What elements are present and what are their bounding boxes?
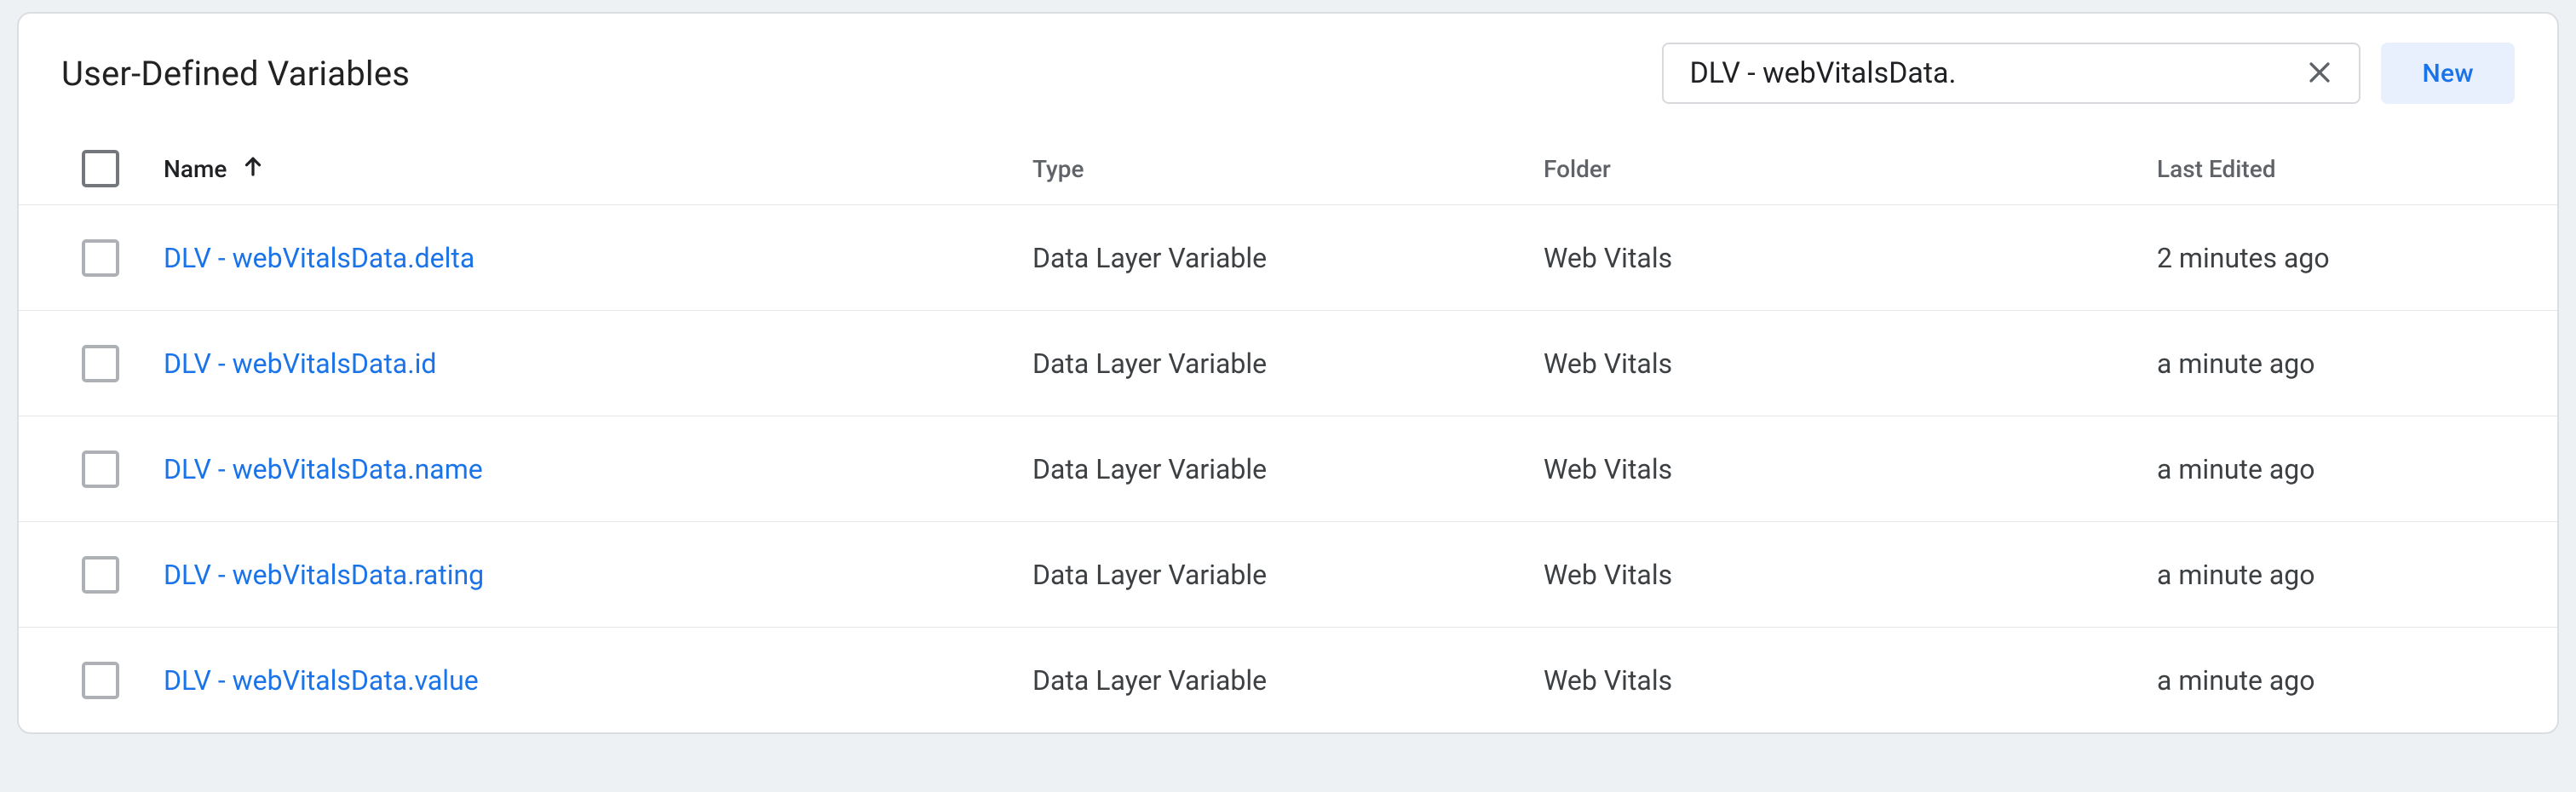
variable-folder: Web Vitals — [1544, 559, 2157, 591]
column-header-last-edited[interactable]: Last Edited — [2157, 155, 2515, 183]
row-checkbox[interactable] — [82, 345, 119, 382]
column-header-name-label: Name — [164, 155, 227, 183]
clear-search-button[interactable] — [2299, 53, 2340, 94]
row-checkbox[interactable] — [82, 239, 119, 277]
table-header-row: Name Type Folder Last Edited — [19, 133, 2557, 204]
select-all-checkbox[interactable] — [82, 150, 119, 187]
variable-last-edited: a minute ago — [2157, 559, 2515, 591]
column-header-folder[interactable]: Folder — [1544, 155, 2157, 183]
arrow-up-icon — [240, 153, 266, 185]
search-input[interactable] — [1689, 56, 2299, 90]
variable-last-edited: a minute ago — [2157, 347, 2515, 380]
table-row: DLV - webVitalsData.rating Data Layer Va… — [19, 521, 2557, 627]
variable-last-edited: a minute ago — [2157, 664, 2515, 697]
table-row: DLV - webVitalsData.name Data Layer Vari… — [19, 416, 2557, 521]
variable-name-link[interactable]: DLV - webVitalsData.rating — [164, 559, 484, 591]
panel-title: User-Defined Variables — [61, 54, 1642, 94]
table-row: DLV - webVitalsData.delta Data Layer Var… — [19, 204, 2557, 310]
variable-type: Data Layer Variable — [1032, 664, 1544, 697]
variable-name-link[interactable]: DLV - webVitalsData.id — [164, 347, 436, 380]
row-checkbox[interactable] — [82, 662, 119, 699]
variable-type: Data Layer Variable — [1032, 242, 1544, 274]
column-header-type[interactable]: Type — [1032, 155, 1544, 183]
variable-folder: Web Vitals — [1544, 664, 2157, 697]
variable-type: Data Layer Variable — [1032, 347, 1544, 380]
user-defined-variables-panel: User-Defined Variables New — [17, 12, 2559, 734]
new-button[interactable]: New — [2381, 43, 2515, 104]
variable-name-link[interactable]: DLV - webVitalsData.name — [164, 453, 483, 485]
variable-name-link[interactable]: DLV - webVitalsData.delta — [164, 242, 474, 274]
column-header-name[interactable]: Name — [164, 153, 1032, 185]
variable-name-link[interactable]: DLV - webVitalsData.value — [164, 664, 479, 697]
close-icon — [2305, 58, 2334, 89]
variable-last-edited: 2 minutes ago — [2157, 242, 2515, 274]
table-row: DLV - webVitalsData.value Data Layer Var… — [19, 627, 2557, 732]
row-checkbox[interactable] — [82, 556, 119, 594]
search-box[interactable] — [1662, 43, 2360, 104]
panel-header: User-Defined Variables New — [19, 14, 2557, 133]
variable-folder: Web Vitals — [1544, 242, 2157, 274]
table-row: DLV - webVitalsData.id Data Layer Variab… — [19, 310, 2557, 416]
variables-table: Name Type Folder Last Edited D — [19, 133, 2557, 732]
row-checkbox[interactable] — [82, 451, 119, 488]
variable-type: Data Layer Variable — [1032, 453, 1544, 485]
variable-folder: Web Vitals — [1544, 453, 2157, 485]
variable-type: Data Layer Variable — [1032, 559, 1544, 591]
variable-folder: Web Vitals — [1544, 347, 2157, 380]
variable-last-edited: a minute ago — [2157, 453, 2515, 485]
